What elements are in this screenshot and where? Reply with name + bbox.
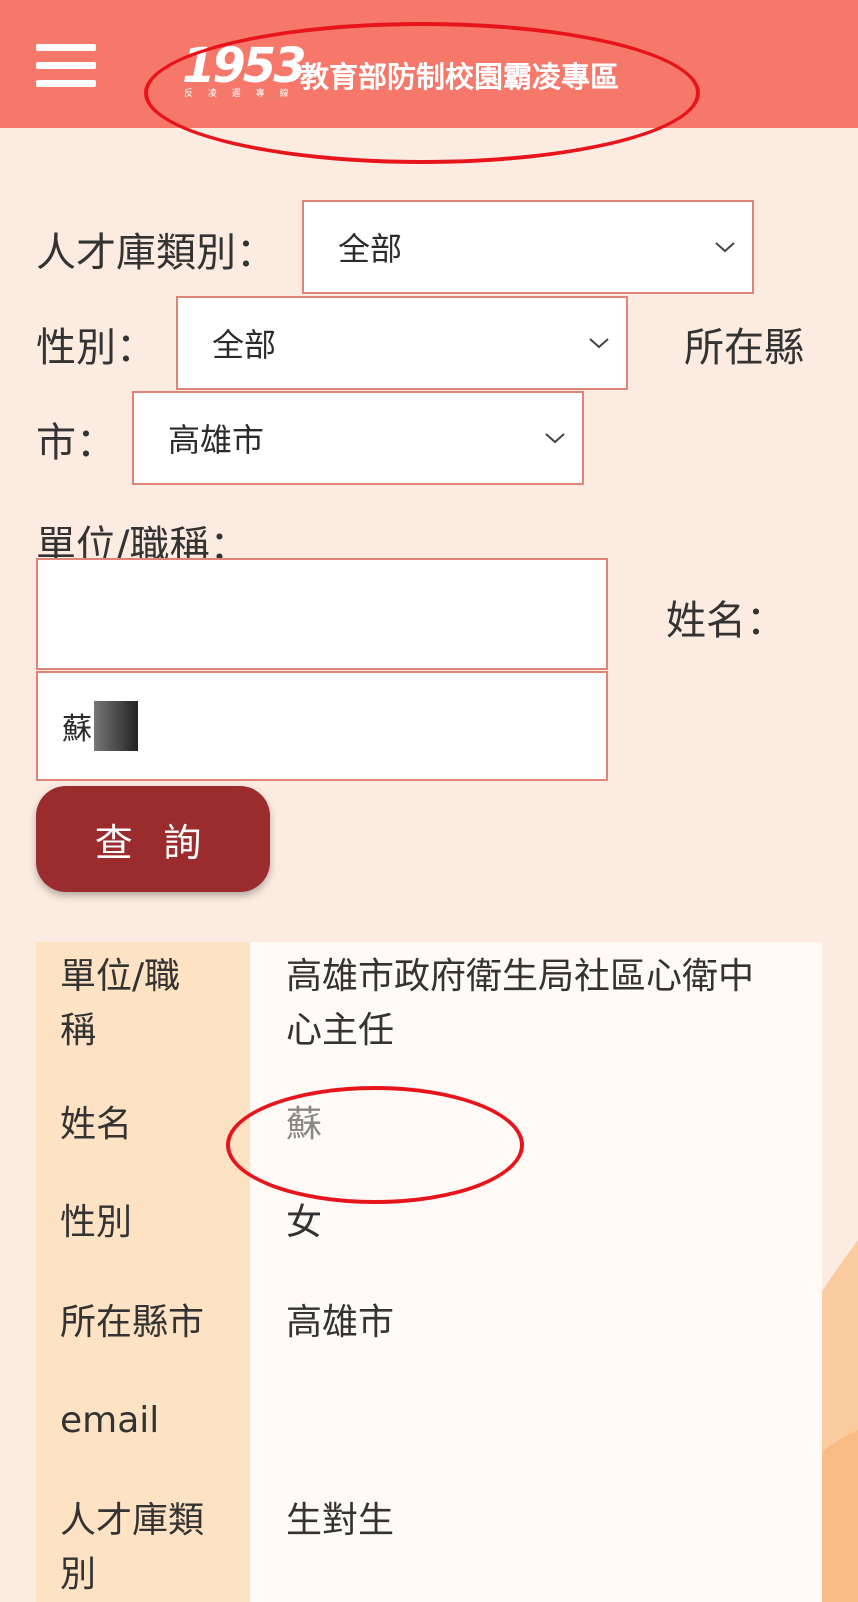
redaction-block	[94, 701, 138, 751]
gender-label: 性別：	[36, 325, 156, 371]
county-label-part2: 市：	[36, 420, 116, 466]
annotation-ellipse-header	[144, 22, 700, 164]
annotation-ellipse-name	[226, 1086, 524, 1204]
result-value-unit-line2: 心主任	[286, 1010, 395, 1051]
result-value-county: 高雄市	[286, 1302, 395, 1343]
result-key-email: email	[60, 1400, 160, 1441]
chevron-down-icon	[715, 242, 735, 253]
result-value-category: 生對生	[286, 1500, 395, 1541]
name-input[interactable]: 蘇	[36, 671, 608, 781]
result-key-gender: 性別	[60, 1202, 133, 1243]
result-key-category-line1: 人才庫類	[60, 1500, 205, 1541]
category-label: 人才庫類別：	[36, 230, 276, 276]
result-key-category-line2: 別	[60, 1554, 97, 1595]
name-label: 姓名：	[666, 598, 786, 644]
county-select[interactable]: 高雄市	[132, 391, 584, 485]
county-select-value: 高雄市	[168, 421, 265, 459]
result-key-unit-line2: 稱	[60, 1010, 97, 1051]
result-table: 單位/職 稱 高雄市政府衛生局社區心衛中 心主任 姓名 蘇 性別 女 所在縣市 …	[36, 942, 822, 1602]
unit-title-input[interactable]	[36, 558, 608, 670]
result-key-name: 姓名	[60, 1104, 133, 1145]
hamburger-menu-icon[interactable]	[36, 44, 96, 88]
result-value-gender: 女	[286, 1202, 323, 1243]
query-button[interactable]: 查 詢	[36, 786, 270, 892]
category-select-value: 全部	[338, 230, 403, 268]
county-label-part1: 所在縣	[684, 325, 804, 371]
result-value-unit-line1: 高雄市政府衛生局社區心衛中	[286, 956, 755, 997]
result-key-unit-line1: 單位/職	[60, 956, 181, 997]
chevron-down-icon	[589, 338, 609, 349]
category-select[interactable]: 全部	[302, 200, 754, 294]
name-input-value: 蘇	[62, 712, 92, 747]
chevron-down-icon	[545, 433, 565, 444]
gender-select[interactable]: 全部	[176, 296, 628, 390]
gender-select-value: 全部	[212, 326, 277, 364]
result-key-county: 所在縣市	[60, 1302, 205, 1343]
